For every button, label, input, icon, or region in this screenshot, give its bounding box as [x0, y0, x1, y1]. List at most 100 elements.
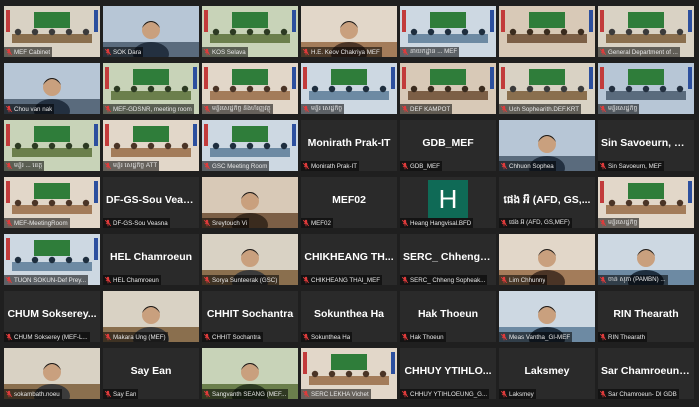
participant-tile[interactable]: GDB_MEF GDB_MEF	[400, 120, 496, 171]
participant-tile[interactable]: Monirath Prak-IT Monirath Prak-IT	[301, 120, 397, 171]
participant-tile[interactable]: CHHIT Sochantra CHHIT Sochantra	[202, 291, 298, 342]
participant-label: Uch Sophearith.DEF.KRT	[509, 105, 580, 113]
participant-label: CHIKHEANG THAI_MEF	[311, 276, 380, 284]
name-label: Say Ean	[103, 389, 139, 399]
participant-tile[interactable]: Lim Chhunny	[499, 234, 595, 285]
participant-tile[interactable]: SOK Dara	[103, 6, 199, 57]
participant-tile[interactable]: DF-GS-Sou Veas... DF-GS-Sou Veasna	[103, 177, 199, 228]
name-label: មន្ទីរសេដ្ឋកិច្ច	[598, 104, 640, 114]
participant-tile[interactable]: Sorya Sunteerak (GSC)	[202, 234, 298, 285]
participant-tile[interactable]: មន្ទីរសេដ្ឋកិច្ច	[598, 177, 694, 228]
participant-label: Sokunthea Ha	[311, 333, 351, 341]
participant-label: នាយកដ្ឋាន ... MEF	[410, 47, 458, 55]
participant-tile[interactable]: មន្ទីរ សេដ្ឋកិច្ច	[301, 63, 397, 114]
participant-tile[interactable]: RIN Thearath RIN Thearath	[598, 291, 694, 342]
name-label: TUON SOKUN-Def Prey...	[4, 275, 89, 285]
participant-name: GDB_MEF	[422, 137, 474, 149]
participant-tile[interactable]: Chou van nak	[4, 63, 100, 114]
name-label: Sorya Sunteerak (GSC)	[202, 275, 280, 285]
participant-tile[interactable]: General Department of ...	[598, 6, 694, 57]
participant-tile[interactable]: ផេង អ៊ី (AFD, GS,... ផេង អ៊ី (AFD, GS,MEF…	[499, 177, 595, 228]
participant-tile[interactable]: MEF-MeetingRoom	[4, 177, 100, 228]
name-label: MEF-GDSNR, meeting room	[103, 104, 194, 114]
participant-label: Meas Vantha_GI-MEF	[509, 333, 571, 341]
mic-muted-icon	[599, 276, 607, 284]
mic-muted-icon	[401, 390, 409, 398]
participant-tile[interactable]: ចាន់ សុភា (PAMBN) ...	[598, 234, 694, 285]
participant-tile[interactable]: H.E. Keov Chakriya MEF	[301, 6, 397, 57]
participant-tile[interactable]: Uch Sophearith.DEF.KRT	[499, 63, 595, 114]
participant-tile[interactable]: KOS Selava	[202, 6, 298, 57]
name-label: GDB_MEF	[400, 161, 442, 171]
participant-name: CHHIT Sochantra	[206, 308, 294, 320]
participant-tile[interactable]: មន្ទីរសេដ្ឋកិច្ច និងហិរញ្ញវត្ថុ	[202, 63, 298, 114]
name-label: sokambath.noeu	[4, 389, 62, 399]
name-label: Sar Chamroeun- DI GDB	[598, 389, 679, 399]
participant-label: HEL Chamroeun	[113, 276, 159, 284]
name-label: Uch Sophearith.DEF.KRT	[499, 104, 582, 114]
participant-tile[interactable]: Chhuon Sophea	[499, 120, 595, 171]
participant-label: Sar Chamroeun- DI GDB	[608, 390, 677, 398]
participant-label: SERC LEKHA Vichet	[311, 390, 369, 398]
name-label: Monirath Prak-IT	[301, 161, 360, 171]
name-label: Laksmey	[499, 389, 536, 399]
participant-tile[interactable]: GSC Meeting Room	[202, 120, 298, 171]
name-label: CHUM Sokserey (MEF-L...	[4, 332, 90, 342]
participant-name: Say Ean	[130, 365, 172, 377]
participant-tile[interactable]: Sar Chamroeun-... Sar Chamroeun- DI GDB	[598, 348, 694, 399]
participant-tile[interactable]: Say Ean Say Ean	[103, 348, 199, 399]
participant-tile[interactable]: CHIKHEANG TH... CHIKHEANG THAI_MEF	[301, 234, 397, 285]
participant-tile[interactable]: Sangvanth SEANG (MEF...	[202, 348, 298, 399]
participant-tile[interactable]: CHUM Sokserey... CHUM Sokserey (MEF-L...	[4, 291, 100, 342]
name-label: Hak Thoeun	[400, 332, 446, 342]
participant-label: មន្ទីរសេដ្ឋកិច្ច	[608, 218, 638, 226]
participant-tile[interactable]: HEL Chamroeun HEL Chamroeun	[103, 234, 199, 285]
participant-tile[interactable]: DEF KAMPOT	[400, 63, 496, 114]
participant-tile[interactable]: Sokunthea Ha Sokunthea Ha	[301, 291, 397, 342]
name-label: មន្ទីរ សេដ្ឋកិច្ច ATT	[103, 161, 160, 171]
participant-label: SOK Dara	[113, 48, 142, 56]
participant-tile[interactable]: Meas Vantha_GI-MEF	[499, 291, 595, 342]
participant-tile[interactable]: Sreytouch Vi	[202, 177, 298, 228]
participant-name: Laksmey	[524, 365, 570, 377]
participant-tile[interactable]	[499, 6, 595, 57]
mic-muted-icon	[401, 333, 409, 341]
participant-tile[interactable]: SERC_ Chheng S... SERC_ Chheng Sopheak...	[400, 234, 496, 285]
mic-muted-icon	[500, 333, 508, 341]
participant-tile[interactable]: sokambath.noeu	[4, 348, 100, 399]
mic-muted-icon	[401, 105, 409, 113]
participant-tile[interactable]: មន្ទីរ សេដ្ឋកិច្ច ATT	[103, 120, 199, 171]
mic-muted-icon	[104, 162, 112, 170]
participant-tile[interactable]: Hak Thoeun Hak Thoeun	[400, 291, 496, 342]
mic-muted-icon	[203, 162, 211, 170]
mic-muted-icon	[599, 333, 607, 341]
participant-label: ចាន់ សុភា (PAMBN) ...	[608, 275, 666, 283]
participant-label: MEF02	[311, 219, 331, 227]
participant-tile[interactable]: SERC LEKHA Vichet	[301, 348, 397, 399]
gallery-view: MEF Cabinet SOK Dara KOS Selava H.E. Keov C…	[4, 6, 696, 406]
mic-muted-icon	[203, 105, 211, 113]
participant-tile[interactable]: មន្ទីរ ... ខេត្ត	[4, 120, 100, 171]
participant-tile[interactable]: CHHUY YTIHLO... CHHUY YTIHLOEUNG_G...	[400, 348, 496, 399]
mic-muted-icon	[302, 276, 310, 284]
participant-tile[interactable]: Makara Ung (MEF)	[103, 291, 199, 342]
name-label: ចាន់ សុភា (PAMBN) ...	[598, 275, 668, 285]
name-label: Sokunthea Ha	[301, 332, 353, 342]
participant-tile[interactable]: នាយកដ្ឋាន ... MEF	[400, 6, 496, 57]
participant-tile[interactable]: មន្ទីរសេដ្ឋកិច្ច	[598, 63, 694, 114]
name-label: នាយកដ្ឋាន ... MEF	[400, 47, 460, 57]
name-label: KOS Selava	[202, 47, 248, 57]
participant-tile[interactable]: MEF02 MEF02	[301, 177, 397, 228]
participant-tile[interactable]: TUON SOKUN-Def Prey...	[4, 234, 100, 285]
participant-tile[interactable]: MEF-GDSNR, meeting room	[103, 63, 199, 114]
participant-label: TUON SOKUN-Def Prey...	[14, 276, 87, 284]
participant-tile[interactable]: H Heang Hangvisal.BFD	[400, 177, 496, 228]
participant-tile[interactable]: Sin Savoeurn, M... Sin Savoeurn, MEF	[598, 120, 694, 171]
name-label: RIN Thearath	[598, 332, 648, 342]
participant-tile[interactable]: MEF Cabinet	[4, 6, 100, 57]
name-label: SERC LEKHA Vichet	[301, 389, 371, 399]
avatar-initial: H	[428, 180, 468, 218]
participant-tile[interactable]: Laksmey Laksmey	[499, 348, 595, 399]
name-label: Chou van nak	[4, 104, 55, 114]
name-label: CHIKHEANG THAI_MEF	[301, 275, 382, 285]
